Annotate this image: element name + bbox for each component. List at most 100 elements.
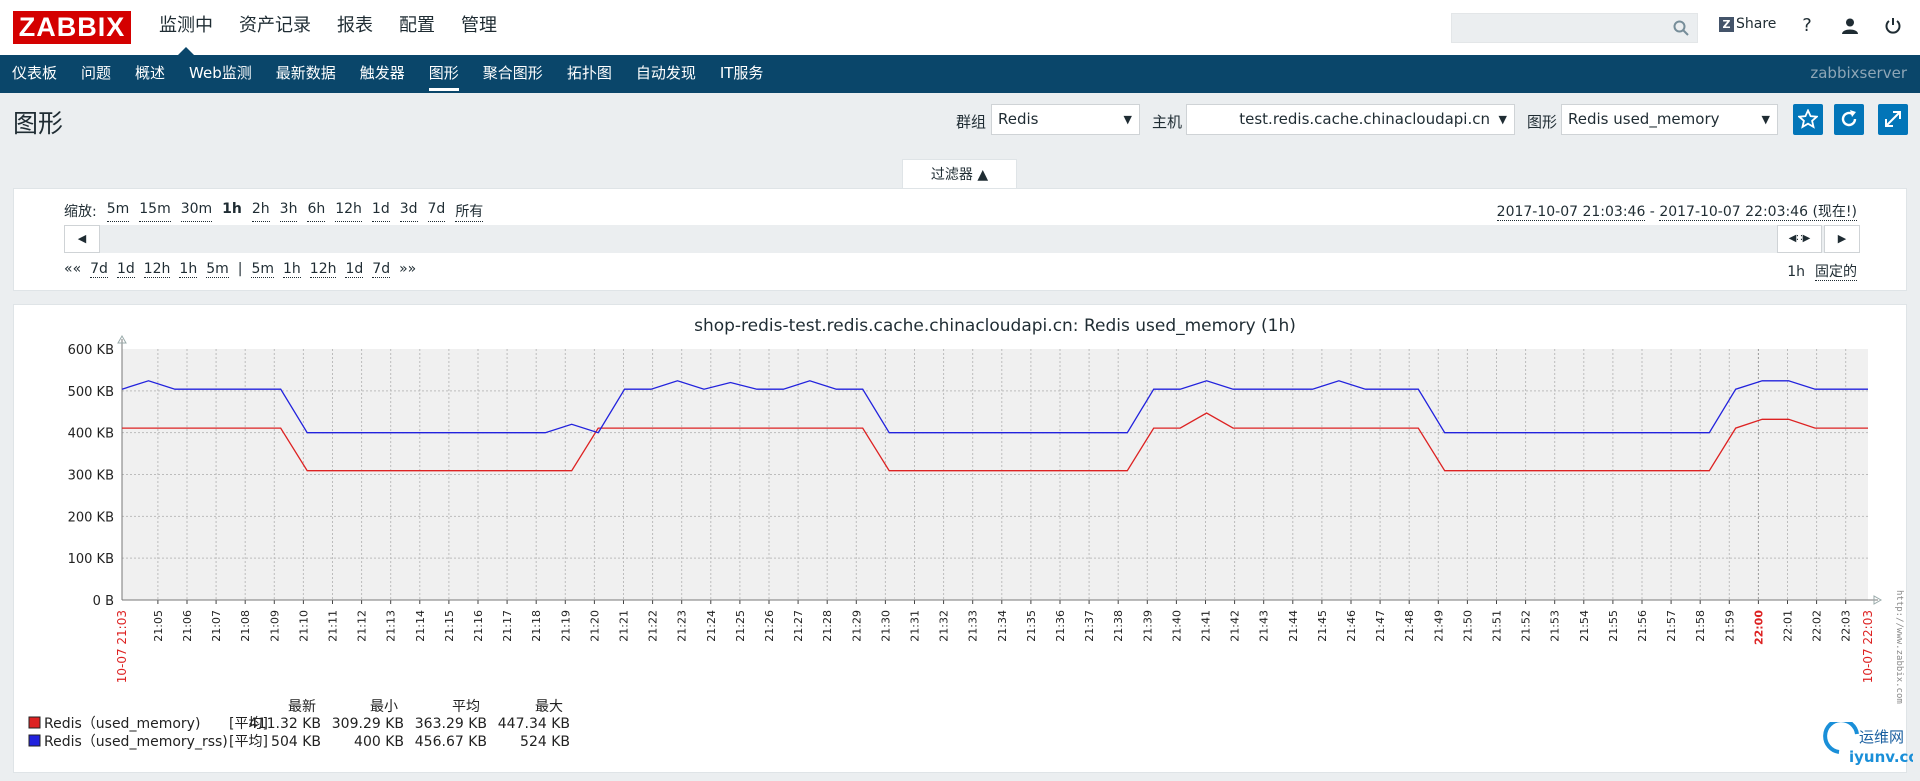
subnav-it-services[interactable]: IT服务 xyxy=(708,55,776,93)
dropdown-arrow-icon: ▼ xyxy=(1498,113,1507,126)
x-tick-label: 21:17 xyxy=(501,610,514,642)
subnav-dashboard[interactable]: 仪表板 xyxy=(0,55,69,93)
subnav-triggers[interactable]: 触发器 xyxy=(348,55,417,93)
x-start-label: 10-07 21:03 xyxy=(115,610,129,683)
share-label: Share xyxy=(1736,16,1777,32)
x-tick-label: 21:37 xyxy=(1083,610,1096,642)
subnav-screens[interactable]: 聚合图形 xyxy=(471,55,555,93)
zoom-option[interactable]: 所有 xyxy=(455,201,484,222)
x-tick-label: 21:15 xyxy=(443,610,456,642)
x-tick-label: 21:13 xyxy=(385,610,398,642)
nav-item[interactable]: 7d xyxy=(90,261,108,278)
x-tick-label: 21:19 xyxy=(559,610,572,642)
nav-item[interactable]: 12h xyxy=(309,261,337,278)
host-select[interactable]: test.redis.cache.chinacloudapi.cn ▼ xyxy=(1186,104,1515,135)
nav-item[interactable]: 1d xyxy=(116,261,135,278)
nav-item[interactable]: 7d xyxy=(372,261,391,278)
legend-value: 411.32 KB xyxy=(249,716,321,732)
zoom-option[interactable]: 1d xyxy=(371,201,390,222)
zoom-option-current[interactable]: 1h xyxy=(222,201,242,222)
x-tick-label: 21:07 xyxy=(210,610,223,642)
graph-chart[interactable]: shop-redis-test.redis.cache.chinacloudap… xyxy=(14,305,1908,774)
zoom-option[interactable]: 5m xyxy=(106,201,130,222)
x-tick-label: 21:45 xyxy=(1316,610,1329,642)
x-tick-label: 21:34 xyxy=(996,610,1009,642)
subnav-web[interactable]: Web监测 xyxy=(177,55,264,93)
group-value: Redis xyxy=(998,110,1039,128)
nav-item[interactable]: 5m xyxy=(206,261,229,278)
search-input[interactable] xyxy=(1451,13,1698,43)
refresh-icon xyxy=(1841,110,1857,127)
search-icon[interactable] xyxy=(1673,20,1689,36)
nav-item[interactable]: »» xyxy=(399,261,416,278)
zoom-option[interactable]: 15m xyxy=(139,201,171,222)
legend-value: 447.34 KB xyxy=(498,716,570,732)
x-tick-label: 21:30 xyxy=(879,610,892,642)
y-tick-label: 300 KB xyxy=(68,469,114,484)
scroll-right-button[interactable]: ▶ xyxy=(1824,225,1860,253)
zoom-option[interactable]: 30m xyxy=(180,201,213,222)
zoom-option[interactable]: 3d xyxy=(399,201,418,222)
x-tick-label: 21:59 xyxy=(1723,610,1736,642)
menu-configuration[interactable]: 配置 xyxy=(386,0,448,55)
graph-select[interactable]: Redis used_memory ▼ xyxy=(1561,104,1778,135)
zoom-option[interactable]: 3h xyxy=(279,201,298,222)
nav-item[interactable]: 1d xyxy=(345,261,364,278)
nav-item[interactable]: 1h xyxy=(179,261,198,278)
period-info: 1h 固定的 xyxy=(1787,261,1857,281)
scroll-handle[interactable]: ◀∷▶ xyxy=(1777,225,1822,253)
legend-header: 最小 xyxy=(370,699,398,715)
menu-administration[interactable]: 管理 xyxy=(448,0,510,55)
x-tick-label: 22:03 xyxy=(1840,610,1853,642)
host-label: 主机 xyxy=(1152,113,1183,131)
range-separator: - xyxy=(1645,204,1660,220)
y-tick-label: 600 KB xyxy=(68,343,114,358)
group-select[interactable]: Redis ▼ xyxy=(991,104,1140,135)
zoom-option[interactable]: 6h xyxy=(307,201,326,222)
range-from[interactable]: 2017-10-07 21:03:46 xyxy=(1496,204,1646,221)
refresh-button[interactable] xyxy=(1834,104,1864,135)
subnav-problems[interactable]: 问题 xyxy=(69,55,123,93)
fullscreen-icon xyxy=(1885,111,1901,127)
nav-item[interactable]: 5m xyxy=(251,261,275,278)
host-value: test.redis.cache.chinacloudapi.cn xyxy=(1239,110,1490,128)
menu-inventory[interactable]: 资产记录 xyxy=(226,0,324,55)
nav-item[interactable]: 1h xyxy=(283,261,301,278)
scroll-left-button[interactable]: ◀ xyxy=(64,225,100,253)
x-tick-label: 21:55 xyxy=(1607,610,1620,642)
y-tick-label: 500 KB xyxy=(68,385,114,400)
zoom-option[interactable]: 12h xyxy=(335,201,362,222)
subnav-overview[interactable]: 概述 xyxy=(123,55,177,93)
x-tick-label: 21:28 xyxy=(821,610,834,642)
favorite-button[interactable] xyxy=(1793,104,1823,135)
share-z-icon: Z xyxy=(1719,16,1734,32)
power-icon[interactable] xyxy=(1881,14,1905,38)
x-tick-label: 21:41 xyxy=(1199,610,1212,642)
user-icon[interactable] xyxy=(1838,14,1862,38)
subnav-latest-data[interactable]: 最新数据 xyxy=(264,55,348,93)
zoom-option[interactable]: 2h xyxy=(251,201,270,222)
zoom-label: 缩放: xyxy=(64,204,97,220)
x-tick-label: 21:26 xyxy=(763,610,776,642)
x-tick-label: 21:40 xyxy=(1170,610,1183,642)
share-button[interactable]: Z Share xyxy=(1719,16,1776,32)
zabbix-logo[interactable]: ZABBIX xyxy=(13,11,131,44)
filter-tab[interactable]: 过滤器 ▲ xyxy=(902,159,1017,189)
graph-panel: shop-redis-test.redis.cache.chinacloudap… xyxy=(13,304,1907,773)
question-icon[interactable]: ? xyxy=(1795,14,1819,38)
timeline-scrollbar[interactable]: ◀ ◀∷▶ ▶ xyxy=(64,225,1860,253)
x-tick-label: 21:25 xyxy=(734,610,747,642)
fullscreen-button[interactable] xyxy=(1878,104,1908,135)
subnav-graphs[interactable]: 图形 xyxy=(417,55,471,93)
menu-monitoring[interactable]: 监测中 xyxy=(146,0,226,55)
x-tick-label: 21:31 xyxy=(908,610,921,642)
nav-item[interactable]: «« xyxy=(64,261,81,278)
range-to[interactable]: 2017-10-07 22:03:46 (现在!) xyxy=(1659,204,1857,221)
subnav-discovery[interactable]: 自动发现 xyxy=(624,55,708,93)
subnav-maps[interactable]: 拓扑图 xyxy=(555,55,624,93)
menu-reports[interactable]: 报表 xyxy=(324,0,386,55)
fixed-link[interactable]: 固定的 xyxy=(1815,264,1857,281)
sub-navigation: 仪表板 问题 概述 Web监测 最新数据 触发器 图形 聚合图形 拓扑图 自动发… xyxy=(0,55,1920,93)
nav-item[interactable]: 12h xyxy=(143,261,171,278)
zoom-option[interactable]: 7d xyxy=(427,201,446,222)
